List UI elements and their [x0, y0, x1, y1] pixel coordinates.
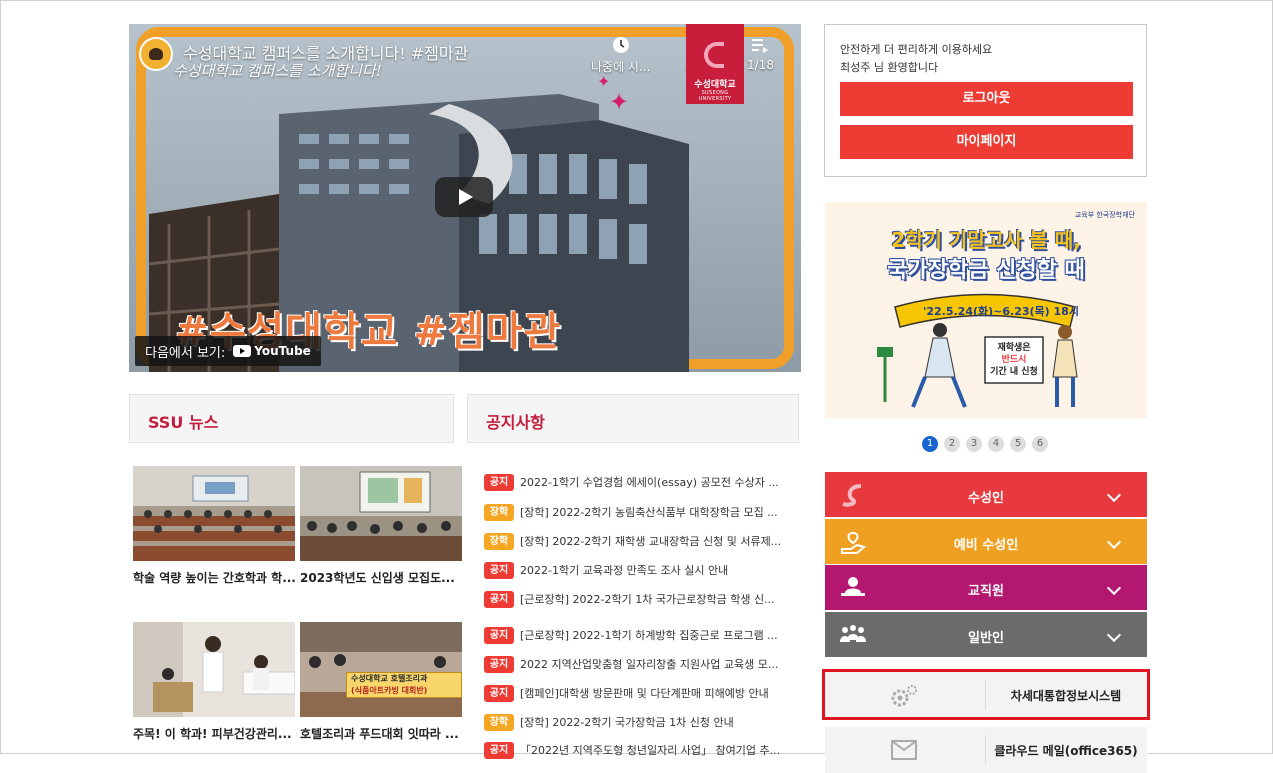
notice-tag: 공지: [484, 655, 514, 673]
youtube-play-icon: [233, 345, 252, 357]
notice-item[interactable]: 공지 [캠페인]대학생 방문판매 및 다단계판매 피해예방 안내: [484, 683, 796, 703]
badge-university-name: 수성대학교: [694, 80, 736, 90]
page-dot[interactable]: 6: [1032, 436, 1048, 452]
notice-item[interactable]: 장학 [장학] 2022-2학기 재학생 교내장학금 신청 및 서류제...: [484, 531, 796, 551]
notice-tag: 공지: [484, 590, 514, 608]
notice-text: [근로장학] 2022-1학기 하계방학 집중근로 프로그램 ...: [520, 629, 778, 642]
menu-label: 예비 수성인: [953, 538, 1019, 553]
scholarship-banner[interactable]: 교육부 한국장학재단 2학기 기말고사 볼 때, 국가장학금 신청할 때 '22…: [825, 202, 1147, 418]
menu-label: 수성인: [968, 491, 1004, 506]
notice-section-header: 공지사항: [467, 394, 799, 443]
banner-pagination: 1 2 3 4 5 6: [922, 436, 1048, 452]
news-thumbnail[interactable]: [133, 622, 295, 717]
news-thumbnail[interactable]: [133, 466, 295, 561]
clock-icon: [591, 36, 650, 58]
notice-item[interactable]: 공지 「2022년 지역주도형 청년일자리 사업」 참여기업 추...: [484, 740, 796, 760]
notice-text: [장학] 2022-2학기 국가장학금 1차 신청 안내: [520, 716, 734, 729]
watch-on-youtube-button[interactable]: 다음에서 보기: YouTube: [135, 336, 321, 366]
page-dot[interactable]: 5: [1010, 436, 1026, 452]
university-logo-mark: [704, 42, 724, 68]
page-dot[interactable]: 3: [966, 436, 982, 452]
news-card[interactable]: 주목! 이 학과! 피부건강관리...: [133, 622, 295, 742]
logout-button[interactable]: 로그아웃: [840, 82, 1133, 116]
banner-period: '22.5.24(화)~6.23(목) 18시: [923, 305, 1079, 318]
youtube-logo: YouTube: [233, 344, 311, 358]
menu-label: 일반인: [968, 631, 1004, 646]
page-dot[interactable]: 2: [944, 436, 960, 452]
badge-university-en: SUSEONG UNIVERSITY: [698, 90, 732, 102]
notice-text: 「2022년 지역주도형 청년일자리 사업」 참여기업 추...: [520, 744, 781, 757]
cloud-mail-link[interactable]: 클라우드 메일(office365): [825, 727, 1147, 773]
news-card[interactable]: 수성대학교 호텔조리과 (식품아트카빙 대회반) 호텔조리과 푸드대회 잇따라 …: [300, 622, 462, 742]
notice-item[interactable]: 공지 2022-1학기 교육과정 만족도 조사 실시 안내: [484, 560, 796, 580]
banner-note-2: 반드시: [1001, 355, 1027, 365]
notice-tag: 공지: [484, 684, 514, 702]
notice-text: [장학] 2022-2학기 농림축산식품부 대학장학금 모집 ...: [520, 506, 778, 519]
login-greeting: 안전하게 더 편리하게 이용하세요: [840, 43, 993, 56]
menu-suseong-member[interactable]: 수성인: [825, 472, 1147, 517]
news-heading[interactable]: SSU 뉴스: [148, 409, 218, 433]
login-welcome: 최성주 님 환영합니다: [840, 61, 939, 74]
selection-highlight: [822, 669, 1150, 720]
playlist-count: 1/18: [747, 58, 774, 72]
page-dot[interactable]: 4: [988, 436, 1004, 452]
news-card[interactable]: 2023학년도 신입생 모집도...: [300, 466, 462, 586]
menu-general-public[interactable]: 일반인: [825, 612, 1147, 657]
notice-item[interactable]: 장학 [장학] 2022-2학기 국가장학금 1차 신청 안내: [484, 712, 796, 732]
news-thumb-banner: 수성대학교 호텔조리과 (식품아트카빙 대회반): [346, 672, 462, 698]
system-label: 클라우드 메일(office365): [994, 744, 1138, 758]
notice-heading[interactable]: 공지사항: [486, 409, 545, 433]
notice-item[interactable]: 장학 [장학] 2022-2학기 농림축산식품부 대학장학금 모집 ...: [484, 502, 796, 522]
menu-faculty-staff[interactable]: 교직원: [825, 565, 1147, 610]
banner-note: 재학생은 반드시 기간 내 신청: [985, 342, 1043, 378]
news-title[interactable]: 주목! 이 학과! 피부건강관리...: [133, 725, 295, 742]
news-title[interactable]: 호텔조리과 푸드대회 잇따라 ...: [300, 725, 462, 742]
notice-tag: 공지: [484, 561, 514, 579]
banner-note-1: 재학생은: [997, 343, 1031, 353]
notice-item[interactable]: 공지 2022-1학기 수업경험 에세이(essay) 공모전 수상자 ...: [484, 472, 796, 492]
menu-prospective-student[interactable]: 예비 수성인: [825, 519, 1147, 564]
news-thumbnail[interactable]: [300, 466, 462, 561]
watch-on-label: 다음에서 보기:: [145, 345, 226, 361]
notice-text: [장학] 2022-2학기 재학생 교내장학금 신청 및 서류제...: [520, 535, 782, 548]
youtube-video-player[interactable]: 수성대학교 캠퍼스를 소개합니다! #젬마관 수성대학교 캠퍼스를 소개합니다!…: [129, 24, 801, 372]
notice-text: 2022 지역산업맞춤형 일자리창출 지원사업 교육생 모...: [520, 658, 779, 671]
news-thumb-banner-sub: (식품아트카빙 대회반): [351, 686, 428, 695]
news-title[interactable]: 학술 역량 높이는 간호학과 학...: [133, 569, 296, 586]
login-box: 안전하게 더 편리하게 이용하세요 최성주 님 환영합니다 로그아웃 마이페이지: [824, 24, 1147, 177]
notice-tag: 공지: [484, 626, 514, 644]
notice-item[interactable]: 공지 2022 지역산업맞춤형 일자리창출 지원사업 교육생 모...: [484, 654, 796, 674]
youtube-label: YouTube: [254, 344, 311, 358]
banner-note-3: 기간 내 신청: [990, 367, 1038, 377]
video-subtitle: 수성대학교 캠퍼스를 소개합니다!: [173, 62, 382, 80]
notice-tag: 장학: [484, 503, 514, 521]
news-card[interactable]: 학술 역량 높이는 간호학과 학...: [133, 466, 296, 586]
notice-text: [근로장학] 2022-2학기 1차 국가근로장학금 학생 신...: [520, 593, 775, 606]
play-button[interactable]: [435, 177, 493, 217]
menu-label: 교직원: [968, 584, 1004, 599]
university-logo-badge: 수성대학교 SUSEONG UNIVERSITY: [686, 24, 744, 104]
notice-text: 2022-1학기 교육과정 만족도 조사 실시 안내: [520, 564, 729, 577]
notice-tag: 장학: [484, 532, 514, 550]
playlist-icon: [747, 36, 774, 58]
sparkle-icon: ✦: [609, 88, 630, 116]
notice-tag: 공지: [484, 741, 514, 759]
news-thumbnail[interactable]: 수성대학교 호텔조리과 (식품아트카빙 대회반): [300, 622, 462, 717]
notice-item[interactable]: 공지 [근로장학] 2022-1학기 하계방학 집중근로 프로그램 ...: [484, 625, 796, 645]
notice-tag: 공지: [484, 473, 514, 491]
notice-text: 2022-1학기 수업경험 에세이(essay) 공모전 수상자 ...: [520, 476, 779, 489]
notice-tag: 장학: [484, 713, 514, 731]
watch-later-button[interactable]: 나중에 시...: [591, 36, 650, 75]
news-thumb-banner-title: 수성대학교 호텔조리과: [351, 674, 428, 683]
mypage-button[interactable]: 마이페이지: [840, 125, 1133, 159]
news-section-header: SSU 뉴스: [129, 394, 454, 443]
page-dot[interactable]: 1: [922, 436, 938, 452]
cloud-mail-icon: [887, 737, 921, 767]
notice-item[interactable]: 공지 [근로장학] 2022-2학기 1차 국가근로장학금 학생 신...: [484, 589, 796, 609]
notice-text: [캠페인]대학생 방문판매 및 다단계판매 피해예방 안내: [520, 687, 769, 700]
news-title[interactable]: 2023학년도 신입생 모집도...: [300, 569, 462, 586]
playlist-button[interactable]: 1/18: [747, 36, 774, 72]
channel-avatar[interactable]: [139, 37, 173, 71]
